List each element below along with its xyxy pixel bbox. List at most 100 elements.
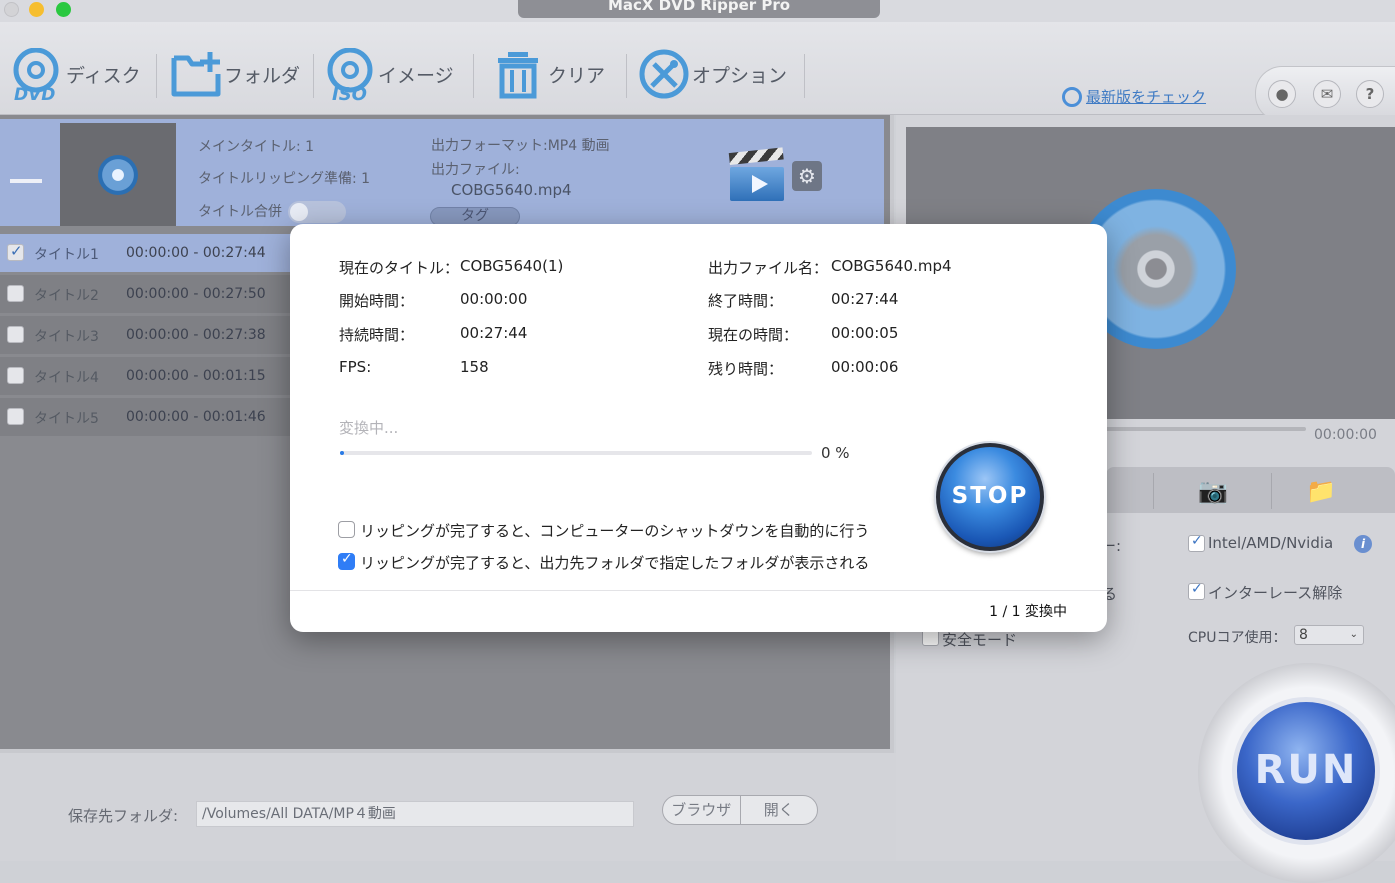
window-title: MacX DVD Ripper Pro bbox=[518, 0, 880, 18]
close-window-button[interactable] bbox=[4, 2, 19, 17]
refresh-icon bbox=[1062, 86, 1082, 107]
run-button-ring: RUN bbox=[1198, 663, 1395, 883]
title-range: 00:00:00 - 00:01:15 bbox=[126, 368, 266, 384]
save-folder-field[interactable]: /Volumes/All DATA/MP４動画 bbox=[196, 801, 634, 827]
add-folder-icon bbox=[170, 48, 222, 100]
current-title-label: 現在のタイトル： bbox=[339, 259, 460, 277]
toolbar: DVD ディスク フォルダ ISO イメージ クリア オプション 最新版をチェッ… bbox=[0, 22, 1395, 122]
toolbar-divider bbox=[313, 54, 314, 98]
chevron-down-icon: ⌄ bbox=[1349, 629, 1358, 640]
source-item[interactable]: メインタイトル: 1 タイトルリッピング準備: 1 タイトル合併 出力フォーマッ… bbox=[0, 119, 884, 226]
disc-thumbnail-icon bbox=[98, 155, 138, 195]
title-name: タイトル2 bbox=[34, 288, 99, 304]
svg-text:DVD: DVD bbox=[14, 85, 55, 102]
deinterlace-checkbox[interactable] bbox=[1188, 581, 1205, 600]
disc-label: ディスク bbox=[66, 64, 141, 87]
output-file-name: COBG5640.mp4 bbox=[451, 181, 572, 199]
folder-button[interactable]: フォルダ bbox=[170, 48, 300, 100]
toolbar-divider bbox=[156, 54, 157, 98]
info-icon[interactable]: i bbox=[1354, 535, 1372, 553]
toolbar-divider bbox=[804, 54, 805, 98]
check-update-link[interactable]: 最新版をチェック bbox=[1062, 86, 1206, 107]
title-bar: MacX DVD Ripper Pro bbox=[0, 0, 1395, 22]
options-label: オプション bbox=[692, 64, 788, 87]
folder-label: フォルダ bbox=[224, 64, 301, 87]
open-folder-option-label: リッピングが完了すると、出力先フォルダで指定したフォルダが表示される bbox=[360, 554, 870, 572]
options-button[interactable]: オプション bbox=[638, 48, 787, 100]
cpu-core-select[interactable]: 8 ⌄ bbox=[1294, 625, 1364, 645]
user-icon[interactable]: ● bbox=[1268, 80, 1296, 108]
trash-icon bbox=[494, 48, 546, 100]
hw-accel-checkbox[interactable] bbox=[1188, 533, 1205, 552]
output-folder-bar: 保存先フォルダ: /Volumes/All DATA/MP４動画 ブラウザ 開く bbox=[0, 753, 896, 861]
remaining-time-value: 00:00:06 bbox=[831, 358, 899, 376]
clear-button[interactable]: クリア bbox=[494, 48, 605, 100]
duration-value: 00:27:44 bbox=[460, 324, 528, 342]
stop-button[interactable]: STOP bbox=[936, 443, 1044, 551]
current-time-label: 現在の時間： bbox=[708, 326, 799, 344]
preview-tabs: 📷 📁 bbox=[1106, 467, 1395, 513]
camera-icon[interactable]: 📷 bbox=[1198, 477, 1228, 505]
title-range: 00:00:00 - 00:27:38 bbox=[126, 327, 266, 343]
minimize-window-button[interactable] bbox=[29, 2, 44, 17]
title-checkbox[interactable] bbox=[7, 242, 24, 261]
help-icon[interactable]: ? bbox=[1356, 80, 1384, 108]
end-time-value: 00:27:44 bbox=[831, 290, 899, 308]
shutdown-option-label: リッピングが完了すると、コンピューターのシャットダウンを自動的に行う bbox=[360, 522, 870, 540]
merge-titles-toggle[interactable] bbox=[288, 201, 346, 223]
wrench-screwdriver-icon bbox=[638, 48, 690, 100]
mail-icon[interactable]: ✉ bbox=[1313, 80, 1341, 108]
end-time-label: 終了時間： bbox=[708, 292, 784, 310]
gear-icon[interactable]: ⚙ bbox=[792, 161, 822, 191]
browse-button[interactable]: ブラウザ bbox=[663, 796, 741, 824]
open-folder-button[interactable]: 開く bbox=[741, 796, 818, 824]
start-time-label: 開始時間： bbox=[339, 292, 415, 310]
title-range: 00:00:00 - 00:01:46 bbox=[126, 409, 266, 425]
main-title-info: メインタイトル: 1 bbox=[198, 139, 315, 155]
run-button[interactable]: RUN bbox=[1232, 697, 1380, 845]
progress-bar bbox=[340, 451, 812, 455]
toolbar-divider bbox=[473, 54, 474, 98]
cpu-core-label: CPUコア使用： bbox=[1188, 630, 1287, 646]
open-folder-checkbox[interactable] bbox=[338, 551, 355, 570]
clear-label: クリア bbox=[548, 64, 606, 87]
safe-mode-label: 安全モード bbox=[942, 631, 1018, 649]
account-button-group: ● ✉ ? bbox=[1255, 66, 1395, 122]
title-name: タイトル1 bbox=[34, 247, 99, 263]
title-checkbox[interactable] bbox=[7, 367, 24, 384]
save-folder-label: 保存先フォルダ: bbox=[68, 807, 179, 825]
shutdown-checkbox[interactable] bbox=[338, 521, 355, 538]
progress-percent: 0 % bbox=[821, 444, 850, 462]
title-checkbox[interactable] bbox=[7, 408, 24, 425]
title-range: 00:00:00 - 00:27:50 bbox=[126, 286, 266, 302]
image-button[interactable]: ISO イメージ bbox=[324, 47, 454, 105]
dvd-disc-icon: DVD bbox=[12, 47, 64, 105]
title-checkbox[interactable] bbox=[7, 285, 24, 302]
zoom-window-button[interactable] bbox=[56, 2, 71, 17]
remove-source-icon[interactable] bbox=[10, 179, 42, 183]
conversion-progress-dialog: 現在のタイトル： COBG5640(1) 出力ファイル名： COBG5640.m… bbox=[290, 224, 1107, 632]
progress-fill bbox=[340, 451, 344, 455]
disc-button[interactable]: DVD ディスク bbox=[12, 47, 141, 105]
title-name: タイトル4 bbox=[34, 370, 99, 386]
tab-divider bbox=[1271, 473, 1272, 509]
clapper-stripe bbox=[728, 147, 784, 165]
fps-label: FPS: bbox=[339, 358, 372, 376]
converting-status: 変換中... bbox=[339, 419, 399, 437]
deinterlace-label: インターレース解除 bbox=[1208, 584, 1343, 602]
output-name-value: COBG5640.mp4 bbox=[831, 257, 952, 275]
folder-icon[interactable]: 📁 bbox=[1306, 477, 1336, 505]
output-format-info: 出力フォーマット:MP4 動画 bbox=[431, 138, 610, 154]
output-file-label: 出力ファイル: bbox=[431, 162, 520, 178]
folder-actions: ブラウザ 開く bbox=[662, 795, 818, 825]
title-checkbox[interactable] bbox=[7, 326, 24, 343]
current-time-value: 00:00:05 bbox=[831, 324, 899, 342]
iso-image-icon: ISO bbox=[324, 47, 376, 105]
queue-status: 1 / 1 変換中 bbox=[989, 604, 1067, 620]
duration-label: 持続時間： bbox=[339, 326, 415, 344]
title-range: 00:00:00 - 00:27:44 bbox=[126, 245, 266, 261]
clapperboard-icon[interactable] bbox=[728, 147, 784, 201]
ready-titles-info: タイトルリッピング準備: 1 bbox=[198, 171, 371, 187]
title-name: タイトル3 bbox=[34, 329, 99, 345]
image-label: イメージ bbox=[378, 64, 454, 87]
